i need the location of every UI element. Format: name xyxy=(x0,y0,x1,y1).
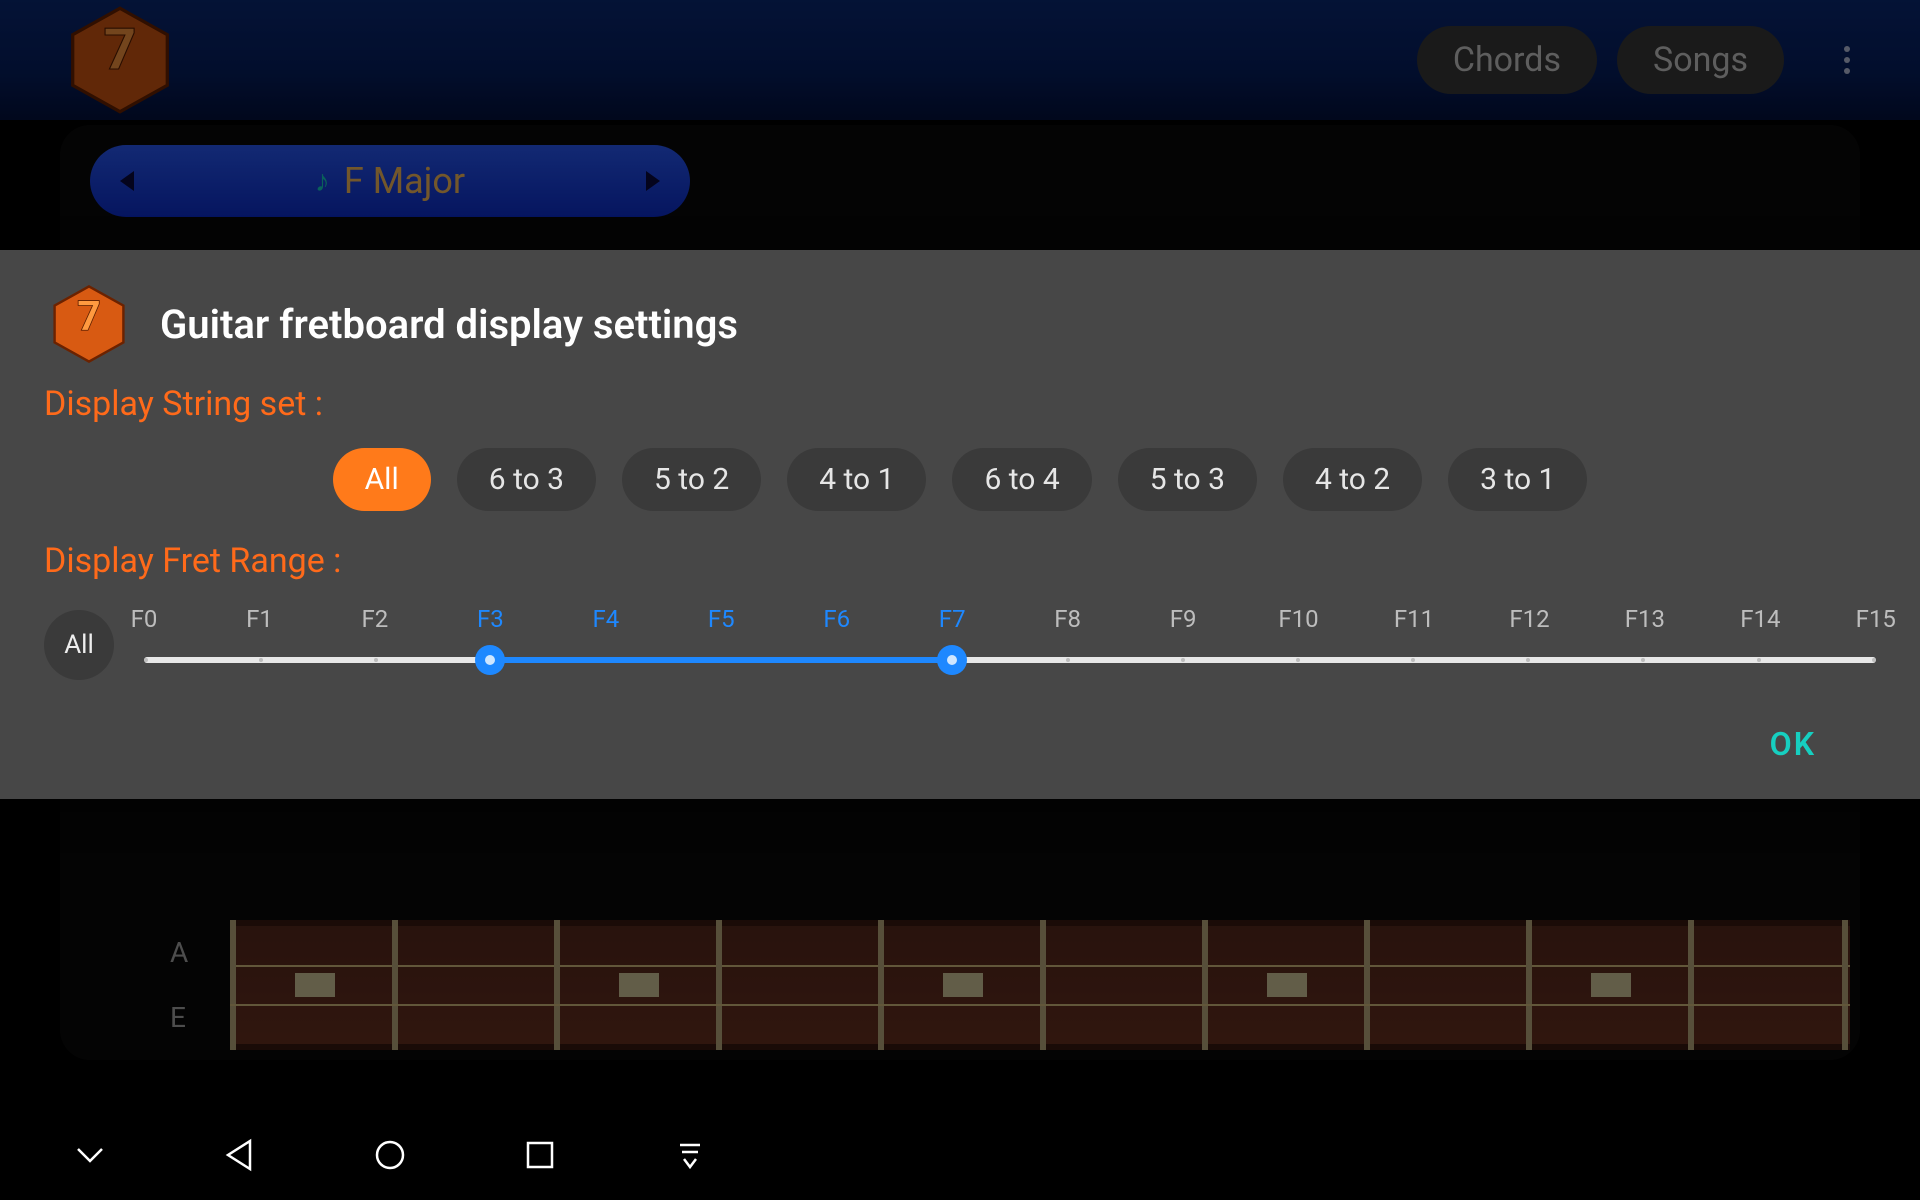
back-icon[interactable] xyxy=(220,1135,260,1175)
fret-range-label: Display Fret Range : xyxy=(44,541,1876,581)
dialog-title: Guitar fretboard display settings xyxy=(160,301,738,348)
slider-thumb-min[interactable] xyxy=(475,645,505,675)
string-set-chip-5-to-2[interactable]: 5 to 2 xyxy=(622,448,761,511)
home-icon[interactable] xyxy=(370,1135,410,1175)
slider-thumb-max[interactable] xyxy=(937,645,967,675)
fret-range-slider[interactable]: F0F1F2F3F4F5F6F7F8F9F10F11F12F13F14F15 xyxy=(144,605,1876,685)
string-set-chip-all[interactable]: All xyxy=(333,448,431,511)
string-set-chip-4-to-2[interactable]: 4 to 2 xyxy=(1283,448,1422,511)
string-set-options: All 6 to 3 5 to 2 4 to 1 6 to 4 5 to 3 4 to 2 3… xyxy=(44,448,1876,511)
string-set-chip-5-to-3[interactable]: 5 to 3 xyxy=(1118,448,1257,511)
download-icon[interactable] xyxy=(670,1135,710,1175)
recents-icon[interactable] xyxy=(520,1135,560,1175)
string-set-chip-6-to-4[interactable]: 6 to 4 xyxy=(952,448,1091,511)
string-set-chip-4-to-1[interactable]: 4 to 1 xyxy=(787,448,926,511)
android-nav-bar xyxy=(0,1110,1920,1200)
string-set-chip-3-to-1[interactable]: 3 to 1 xyxy=(1448,448,1587,511)
ok-button[interactable]: OK xyxy=(1750,715,1836,773)
chevron-down-icon[interactable] xyxy=(70,1135,110,1175)
fret-range-all-button[interactable]: All xyxy=(44,610,114,680)
svg-text:7: 7 xyxy=(77,292,101,341)
string-set-chip-6-to-3[interactable]: 6 to 3 xyxy=(457,448,596,511)
string-set-label: Display String set : xyxy=(44,384,1876,424)
slider-range-fill xyxy=(490,657,952,663)
dialog-logo-icon: 7 xyxy=(44,284,134,364)
fretboard-settings-dialog: 7 Guitar fretboard display settings Disp… xyxy=(0,250,1920,799)
